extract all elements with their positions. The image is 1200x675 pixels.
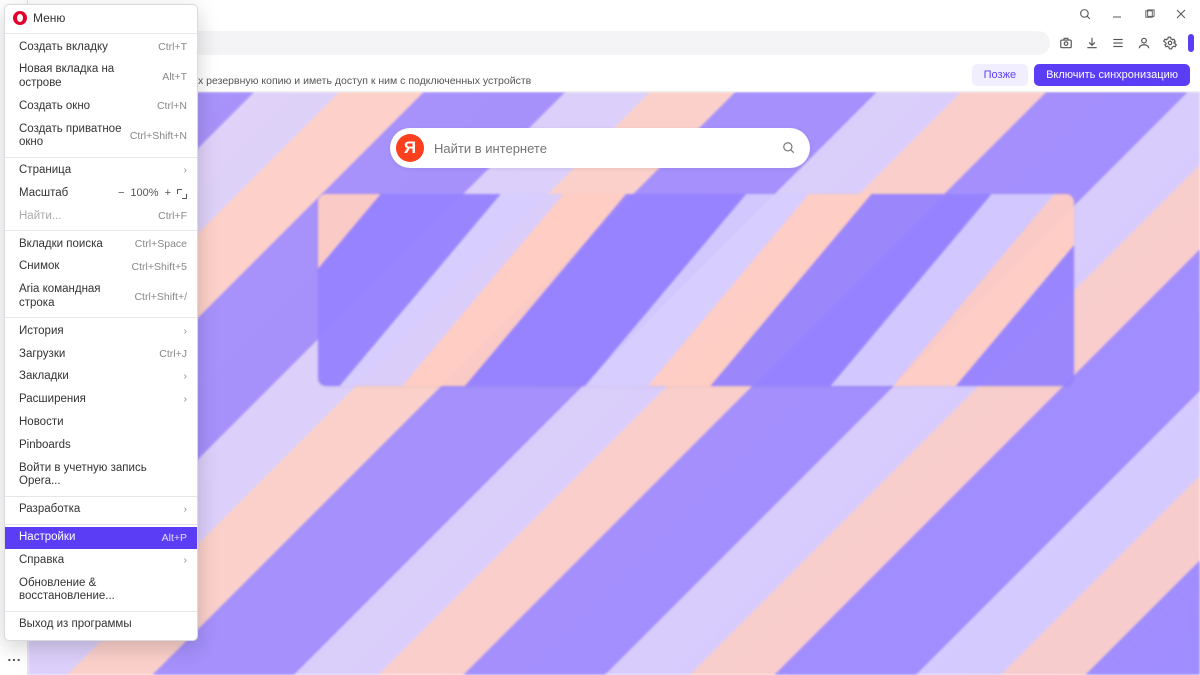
- menu-shortcut: Ctrl+T: [158, 41, 187, 54]
- menu-item-label: Настройки: [19, 531, 75, 545]
- sync-later-button[interactable]: Позже: [972, 64, 1028, 86]
- menu-item-label: Расширения: [19, 393, 86, 407]
- search-bubble[interactable]: Я: [390, 128, 810, 168]
- yandex-logo-icon: Я: [396, 134, 424, 162]
- menu-item-label: Обновление & восстановление...: [19, 577, 187, 605]
- menu-title: Меню: [33, 11, 65, 25]
- menu-item[interactable]: Масштаб −100% +: [5, 183, 197, 206]
- menu-item-label: Справка: [19, 554, 64, 568]
- menu-item[interactable]: История ›: [5, 320, 197, 343]
- chevron-right-icon: ›: [184, 504, 187, 516]
- menu-item-label: Масштаб: [19, 187, 68, 201]
- menu-item[interactable]: Новая вкладка на острове Alt+T: [5, 59, 197, 96]
- menu-item[interactable]: Pinboards: [5, 434, 197, 457]
- chevron-right-icon: ›: [184, 371, 187, 383]
- menu-header: Меню: [5, 5, 197, 31]
- chevron-right-icon: ›: [184, 555, 187, 567]
- menu-shortcut: Ctrl+Shift+5: [132, 261, 187, 274]
- fullscreen-icon[interactable]: [177, 189, 187, 199]
- opera-menu: Меню Создать вкладку Ctrl+T Новая вкладка …: [4, 4, 198, 641]
- menu-shortcut: Ctrl+Space: [135, 238, 187, 251]
- search-icon[interactable]: [782, 141, 796, 155]
- menu-item-label: Pinboards: [19, 439, 71, 453]
- sync-enable-button[interactable]: Включить синхронизацию: [1034, 64, 1190, 86]
- menu-shortcut: Ctrl+Shift+/: [134, 291, 187, 304]
- profile-icon[interactable]: [1132, 31, 1156, 55]
- menu-item[interactable]: Загрузки Ctrl+J: [5, 343, 197, 366]
- menu-item-label: Создать окно: [19, 100, 90, 114]
- zoom-value: 100%: [130, 187, 158, 200]
- download-icon[interactable]: [1080, 31, 1104, 55]
- menu-item-label: Снимок: [19, 260, 59, 274]
- menu-shortcut: Ctrl+N: [157, 100, 187, 113]
- menu-shortcut: Alt+P: [162, 532, 187, 545]
- speed-dial-tile[interactable]: [318, 194, 1074, 386]
- menu-item[interactable]: Расширения ›: [5, 389, 197, 412]
- sync-banner: ных Opera ладки и пароли, чтобы создать …: [28, 58, 1200, 92]
- menu-item-label: Страница: [19, 164, 71, 178]
- address-bar-row: [28, 28, 1200, 58]
- zoom-in-button[interactable]: +: [165, 187, 171, 200]
- maximize-icon[interactable]: [1134, 0, 1164, 28]
- menu-item[interactable]: Страница ›: [5, 160, 197, 183]
- menu-item-label: Загрузки: [19, 348, 65, 362]
- opera-logo-icon: [13, 11, 27, 25]
- menu-shortcut: Ctrl+F: [158, 210, 187, 223]
- menu-item-label: Закладки: [19, 370, 69, 384]
- chevron-right-icon: ›: [184, 165, 187, 177]
- menu-item[interactable]: Создать вкладку Ctrl+T: [5, 36, 197, 59]
- menu-item[interactable]: Снимок Ctrl+Shift+5: [5, 256, 197, 279]
- menu-item[interactable]: Войти в учетную запись Opera...: [5, 457, 197, 494]
- menu-item[interactable]: Разработка ›: [5, 499, 197, 522]
- chevron-right-icon: ›: [184, 394, 187, 406]
- zoom-out-button[interactable]: −: [118, 187, 124, 200]
- minimize-icon[interactable]: [1102, 0, 1132, 28]
- menu-shortcut: Alt+T: [162, 71, 187, 84]
- menu-item-label: Найти...: [19, 210, 61, 224]
- menu-item-label: Новая вкладка на острове: [19, 63, 154, 91]
- menu-shortcut: Ctrl+Shift+N: [130, 130, 187, 143]
- settings-icon[interactable]: [1158, 31, 1182, 55]
- menu-item-label: Войти в учетную запись Opera...: [19, 462, 187, 490]
- chevron-right-icon: ›: [184, 326, 187, 338]
- search-input[interactable]: [434, 141, 782, 156]
- menu-item-label: Новости: [19, 416, 64, 430]
- menu-item-label: Создать вкладку: [19, 41, 108, 55]
- menu-item[interactable]: Создать приватное окно Ctrl+Shift+N: [5, 118, 197, 155]
- menu-item[interactable]: Выход из программы: [5, 614, 197, 637]
- camera-icon[interactable]: [1054, 31, 1078, 55]
- zoom-controls: −100% +: [118, 187, 187, 200]
- menu-item[interactable]: Создать окно Ctrl+N: [5, 95, 197, 118]
- more-icon[interactable]: [0, 645, 28, 675]
- speed-dial-background: [28, 92, 1200, 675]
- menu-item[interactable]: Настройки Alt+P: [5, 527, 197, 550]
- menu-item[interactable]: Aria командная строка Ctrl+Shift+/: [5, 279, 197, 316]
- menu-item-label: Aria командная строка: [19, 283, 126, 311]
- menu-item-label: Разработка: [19, 503, 80, 517]
- menu-shortcut: Ctrl+J: [159, 348, 187, 361]
- menu-item-label: Выход из программы: [19, 618, 132, 632]
- list-icon[interactable]: [1106, 31, 1130, 55]
- menu-item-label: История: [19, 325, 64, 339]
- menu-item[interactable]: Справка ›: [5, 549, 197, 572]
- menu-item[interactable]: Обновление & восстановление...: [5, 572, 197, 609]
- menu-item[interactable]: Закладки ›: [5, 366, 197, 389]
- vpn-indicator[interactable]: [1188, 34, 1194, 52]
- menu-item: Найти... Ctrl+F: [5, 205, 197, 228]
- menu-item[interactable]: Новости: [5, 412, 197, 435]
- window-search-icon[interactable]: [1070, 0, 1100, 28]
- menu-item-label: Создать приватное окно: [19, 123, 122, 151]
- menu-item[interactable]: Вкладки поиска Ctrl+Space: [5, 233, 197, 256]
- close-icon[interactable]: [1166, 0, 1196, 28]
- menu-item-label: Вкладки поиска: [19, 238, 103, 252]
